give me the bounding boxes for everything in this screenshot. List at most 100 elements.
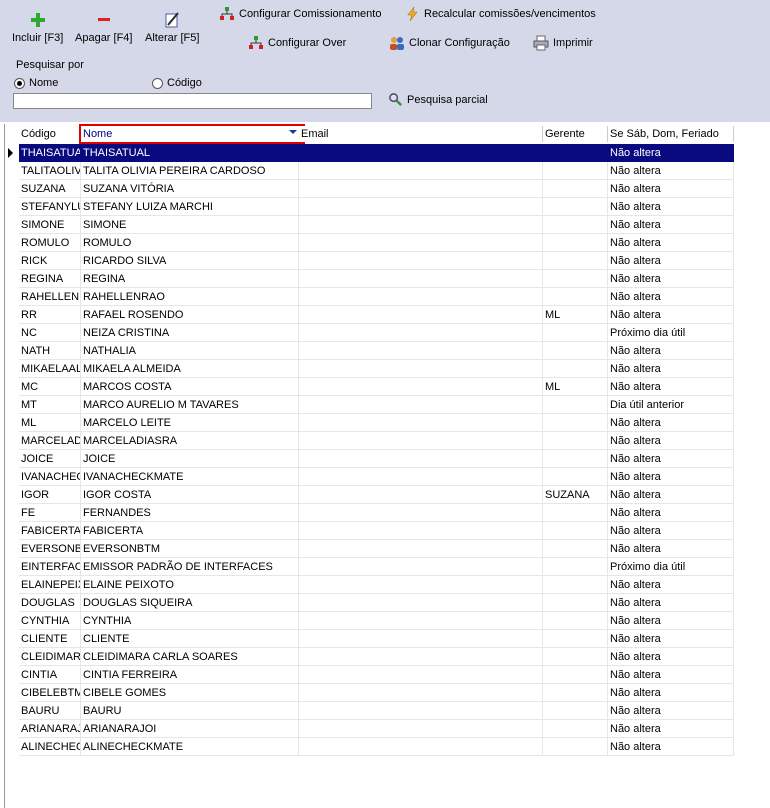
table-cell[interactable] xyxy=(299,540,543,558)
table-row[interactable]: CYNTHIA CYNTHIA Não altera xyxy=(5,612,734,630)
table-cell[interactable]: CLIENTE xyxy=(19,630,81,648)
table-cell[interactable]: Não altera xyxy=(608,342,734,360)
table-cell[interactable] xyxy=(299,630,543,648)
table-cell[interactable]: Não altera xyxy=(608,576,734,594)
table-cell[interactable]: EVERSONBT xyxy=(19,540,81,558)
table-cell[interactable]: CINTIA FERREIRA xyxy=(81,666,299,684)
table-cell[interactable]: ALINECHECI xyxy=(19,738,81,756)
column-header-1[interactable]: Nome xyxy=(79,124,305,144)
table-cell[interactable]: RR xyxy=(19,306,81,324)
table-cell[interactable] xyxy=(543,558,608,576)
table-cell[interactable]: SUZANA xyxy=(543,486,608,504)
table-row[interactable]: CLEIDIMARACLEIDIMARA CARLA SOARES Não alt… xyxy=(5,648,734,666)
table-cell[interactable]: ML xyxy=(543,306,608,324)
table-cell[interactable] xyxy=(299,342,543,360)
table-cell[interactable]: SIMONE xyxy=(81,216,299,234)
table-cell[interactable] xyxy=(299,306,543,324)
table-cell[interactable]: IVANACHEC xyxy=(19,468,81,486)
table-cell[interactable]: Não altera xyxy=(608,360,734,378)
incluir-button[interactable]: Incluir [F3] xyxy=(12,10,63,44)
table-cell[interactable]: Não altera xyxy=(608,198,734,216)
table-row[interactable]: RR RAFAEL ROSENDO ML Não altera xyxy=(5,306,734,324)
table-cell[interactable]: CLIENTE xyxy=(81,630,299,648)
table-cell[interactable]: Não altera xyxy=(608,468,734,486)
table-row[interactable]: NC NEIZA CRISTINA Próximo dia útil xyxy=(5,324,734,342)
table-cell[interactable] xyxy=(299,324,543,342)
table-row[interactable]: CIBELEBTM CIBELE GOMES Não altera xyxy=(5,684,734,702)
table-cell[interactable]: Não altera xyxy=(608,270,734,288)
table-cell[interactable] xyxy=(543,342,608,360)
table-cell[interactable]: MT xyxy=(19,396,81,414)
table-row[interactable]: IVANACHEC IVANACHECKMATE Não altera xyxy=(5,468,734,486)
table-cell[interactable]: IVANACHECKMATE xyxy=(81,468,299,486)
table-cell[interactable]: Não altera xyxy=(608,378,734,396)
table-cell[interactable] xyxy=(543,234,608,252)
table-row[interactable]: STEFANYLU STEFANY LUIZA MARCHI Não altera xyxy=(5,198,734,216)
table-cell[interactable] xyxy=(299,180,543,198)
configurar-over-button[interactable]: Configurar Over xyxy=(248,35,346,51)
table-cell[interactable]: FERNANDES xyxy=(81,504,299,522)
table-cell[interactable]: Não altera xyxy=(608,648,734,666)
pesquisa-parcial-button[interactable]: Pesquisa parcial xyxy=(388,92,488,107)
table-row[interactable]: ELAINEPEIX ELAINE PEIXOTO Não altera xyxy=(5,576,734,594)
table-row[interactable]: ARIANARAJI ARIANARAJOI Não altera xyxy=(5,720,734,738)
radio-nome[interactable]: Nome xyxy=(14,77,58,89)
table-cell[interactable]: MARCELO LEITE xyxy=(81,414,299,432)
table-cell[interactable]: ARIANARAJOI xyxy=(81,720,299,738)
table-cell[interactable] xyxy=(543,216,608,234)
table-cell[interactable]: STEFANYLU xyxy=(19,198,81,216)
table-row[interactable]: FE FERNANDES Não altera xyxy=(5,504,734,522)
table-cell[interactable]: CIBELEBTM xyxy=(19,684,81,702)
table-cell[interactable] xyxy=(543,270,608,288)
table-cell[interactable]: ELAINEPEIX xyxy=(19,576,81,594)
table-cell[interactable] xyxy=(543,450,608,468)
table-row[interactable]: EVERSONBTEVERSONBTM Não altera xyxy=(5,540,734,558)
table-cell[interactable]: RICARDO SILVA xyxy=(81,252,299,270)
table-cell[interactable]: Não altera xyxy=(608,414,734,432)
table-cell[interactable]: ROMULO xyxy=(19,234,81,252)
table-cell[interactable] xyxy=(543,630,608,648)
clonar-button[interactable]: Clonar Configuração xyxy=(389,35,510,51)
table-cell[interactable]: Não altera xyxy=(608,666,734,684)
table-cell[interactable]: JOICE xyxy=(19,450,81,468)
table-cell[interactable]: RAHELLENRAO xyxy=(81,288,299,306)
table-cell[interactable]: ELAINE PEIXOTO xyxy=(81,576,299,594)
table-cell[interactable]: EMISSOR PADRÃO DE INTERFACES xyxy=(81,558,299,576)
table-cell[interactable]: MARCELADI xyxy=(19,432,81,450)
table-cell[interactable] xyxy=(299,612,543,630)
table-cell[interactable]: Não altera xyxy=(608,486,734,504)
table-cell[interactable]: ML xyxy=(543,378,608,396)
table-row[interactable]: ALINECHECI ALINECHECKMATE Não altera xyxy=(5,738,734,756)
table-cell[interactable] xyxy=(543,414,608,432)
table-cell[interactable]: ML xyxy=(19,414,81,432)
table-row[interactable]: SUZANA SUZANA VITÓRIA Não altera xyxy=(5,180,734,198)
table-row[interactable]: BAURU BAURU Não altera xyxy=(5,702,734,720)
table-cell[interactable]: Não altera xyxy=(608,720,734,738)
table-row[interactable]: MARCELADI MARCELADIASRA Não altera xyxy=(5,432,734,450)
table-cell[interactable]: EINTERFACI xyxy=(19,558,81,576)
table-cell[interactable] xyxy=(543,144,608,162)
table-cell[interactable]: Próximo dia útil xyxy=(608,324,734,342)
table-cell[interactable]: Não altera xyxy=(608,432,734,450)
table-row[interactable]: DOUGLAS DOUGLAS SIQUEIRA Não altera xyxy=(5,594,734,612)
table-cell[interactable] xyxy=(299,216,543,234)
table-cell[interactable] xyxy=(543,288,608,306)
table-cell[interactable]: CLEIDIMARA xyxy=(19,648,81,666)
table-cell[interactable]: Não altera xyxy=(608,252,734,270)
table-cell[interactable]: NEIZA CRISTINA xyxy=(81,324,299,342)
table-cell[interactable]: Não altera xyxy=(608,684,734,702)
search-input[interactable] xyxy=(13,93,372,109)
table-cell[interactable]: JOICE xyxy=(81,450,299,468)
table-cell[interactable]: Não altera xyxy=(608,504,734,522)
table-cell[interactable] xyxy=(299,684,543,702)
table-cell[interactable]: BAURU xyxy=(81,702,299,720)
table-cell[interactable]: REGINA xyxy=(19,270,81,288)
table-cell[interactable] xyxy=(543,540,608,558)
table-row[interactable]: ML MARCELO LEITE Não altera xyxy=(5,414,734,432)
column-header-0[interactable]: Código xyxy=(19,126,81,142)
table-row[interactable]: RICK RICARDO SILVA Não altera xyxy=(5,252,734,270)
table-row[interactable]: TALITAOLIV TALITA OLIVIA PEREIRA CARDOSO N… xyxy=(5,162,734,180)
table-cell[interactable] xyxy=(543,522,608,540)
table-cell[interactable] xyxy=(543,162,608,180)
table-cell[interactable]: REGINA xyxy=(81,270,299,288)
